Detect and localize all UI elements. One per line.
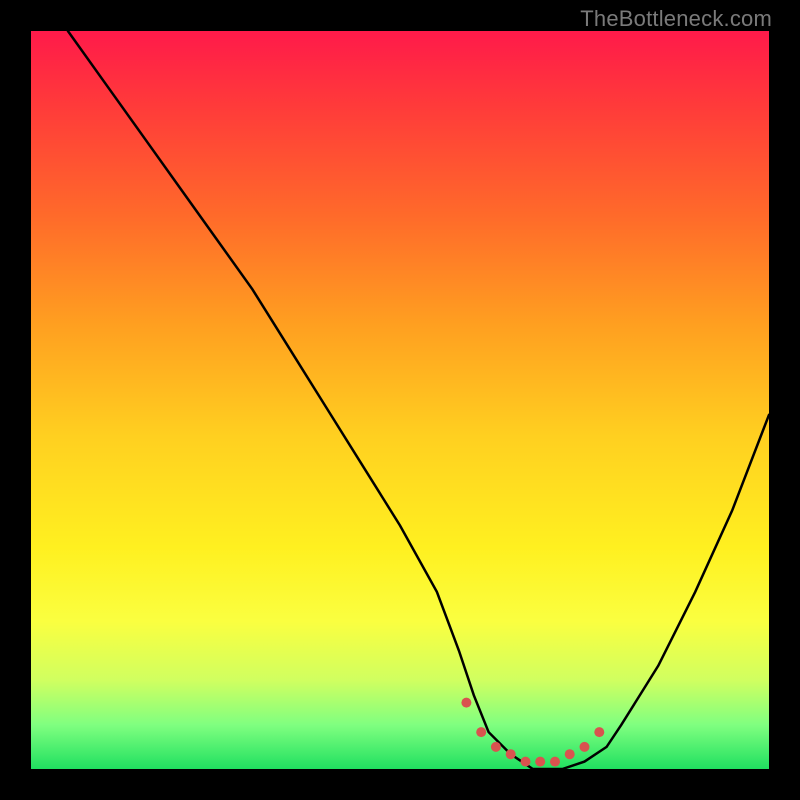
curve-marker <box>535 757 545 767</box>
watermark-text: TheBottleneck.com <box>580 6 772 32</box>
bottleneck-curve <box>31 31 769 769</box>
curve-marker <box>565 749 575 759</box>
curve-marker <box>491 742 501 752</box>
curve-marker <box>506 749 516 759</box>
curve-marker <box>521 757 531 767</box>
curve-marker <box>550 757 560 767</box>
curve-marker <box>461 698 471 708</box>
curve-marker <box>594 727 604 737</box>
curve-marker <box>476 727 486 737</box>
curve-marker <box>580 742 590 752</box>
